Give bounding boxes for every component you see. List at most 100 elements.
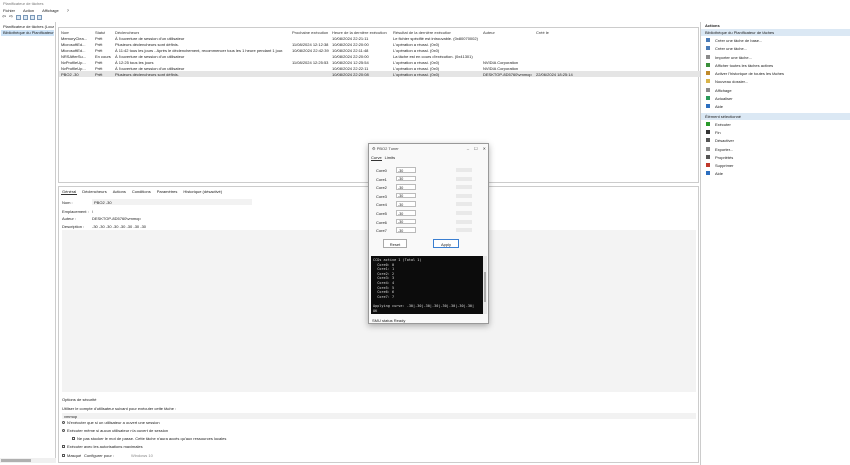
core-row: Core2 -30 xyxy=(376,184,481,190)
library-action-item[interactable]: Aide xyxy=(701,102,850,110)
menu-file[interactable]: Fichier xyxy=(3,8,15,13)
menu-action[interactable]: Action xyxy=(23,8,34,13)
location-value: \ xyxy=(92,209,94,214)
action-label: Affichage xyxy=(715,87,732,93)
apply-button[interactable]: Apply xyxy=(433,239,459,248)
selected-action-item[interactable]: Exécuter xyxy=(701,120,850,128)
action-icon xyxy=(706,163,710,168)
action-icon xyxy=(706,104,710,109)
menu-view[interactable]: Affichage xyxy=(42,8,59,13)
core-offset-input[interactable]: -30 xyxy=(396,227,416,233)
close-icon[interactable]: ✕ xyxy=(483,146,486,151)
cell-last-result: L'opération a réussi. (0x0) xyxy=(393,72,440,77)
core-row: Core3 -30 xyxy=(376,192,481,199)
option-any-user[interactable]: Exécuter même si aucun utilisateur n'a o… xyxy=(62,428,168,433)
core-slot xyxy=(456,176,472,181)
core-offset-input[interactable]: -30 xyxy=(396,210,416,216)
tab-conditions[interactable]: Conditions xyxy=(131,189,152,195)
selected-action-item[interactable]: Propriétés xyxy=(701,153,850,161)
table-row[interactable]: PBO2 -30 Prêt Plusieurs déclencheurs sont … xyxy=(59,71,700,77)
library-action-item[interactable]: Affichage xyxy=(701,86,850,94)
core-label: Core3 xyxy=(376,193,387,199)
core-label: Core2 xyxy=(376,185,387,191)
reset-button[interactable]: Reset xyxy=(383,239,407,248)
folder-icon[interactable] xyxy=(16,15,21,20)
configure-select[interactable]: Windows 10 xyxy=(131,453,153,458)
console-scrollbar[interactable] xyxy=(483,256,487,314)
radio-icon xyxy=(62,429,65,433)
tab-limits[interactable]: Limits xyxy=(385,155,395,161)
panel-icon[interactable] xyxy=(37,15,42,20)
tab-actions[interactable]: Actions xyxy=(112,189,127,195)
tree-item-library[interactable]: Bibliothèque du Planificateur xyxy=(1,30,54,36)
action-label: Créer une tâche... xyxy=(715,46,748,52)
core-offset-input[interactable]: -30 xyxy=(396,167,416,173)
tab-curve[interactable]: Curve xyxy=(371,155,382,161)
core-row: Core5 -30 xyxy=(376,210,481,216)
option-no-password[interactable]: Ne pas stocker le mot de passe. Cette tâ… xyxy=(72,436,226,441)
action-icon xyxy=(706,146,710,151)
author-label: Auteur : xyxy=(62,216,77,221)
library-action-item[interactable]: Créer une tâche de base... xyxy=(701,36,850,44)
action-label: Afficher toutes les tâches actives xyxy=(715,62,774,68)
cell-author: DESKTOP-8D5760\vmmop xyxy=(483,72,532,77)
detail-tabs: Général Déclencheurs Actions Conditions … xyxy=(59,189,223,195)
action-icon xyxy=(706,121,710,126)
core-offset-input[interactable]: -30 xyxy=(396,192,416,199)
action-label: Créer une tâche de base... xyxy=(715,38,763,43)
library-action-item[interactable]: Actualiser xyxy=(701,94,850,102)
core-label: Core0 xyxy=(376,168,387,173)
core-offset-input[interactable]: -30 xyxy=(396,218,416,225)
action-label: Importer une tâche... xyxy=(715,54,752,60)
library-action-item[interactable]: Créer une tâche... xyxy=(701,44,850,52)
selected-action-item[interactable]: Supprimer xyxy=(701,161,850,169)
core-row: Core7 -30 xyxy=(376,227,481,233)
tab-general[interactable]: Général xyxy=(61,189,78,195)
library-action-item[interactable]: Activer l'historique de toutes les tâche… xyxy=(701,69,850,77)
core-row: Core0 -30 xyxy=(376,167,481,173)
tab-history[interactable]: Historique (désactivé) xyxy=(182,189,223,195)
tab-settings[interactable]: Paramètres xyxy=(156,189,179,195)
library-action-item[interactable]: Nouveau dossier... xyxy=(701,77,850,85)
security-title: Options de sécurité xyxy=(62,397,97,402)
selected-action-item[interactable]: Fin xyxy=(701,128,850,136)
back-icon[interactable]: ⇦ xyxy=(2,15,7,20)
core-offset-input[interactable]: -30 xyxy=(396,184,416,190)
menu-help[interactable]: ? xyxy=(67,8,69,13)
option-hidden[interactable]: Masqué xyxy=(62,453,81,458)
option-highest-label: Exécuter avec les autorisations maximale… xyxy=(67,444,143,449)
option-highest-privileges[interactable]: Exécuter avec les autorisations maximale… xyxy=(62,444,143,449)
core-offset-input[interactable]: -30 xyxy=(396,175,416,182)
tree-scrollbar[interactable] xyxy=(0,458,56,463)
action-icon xyxy=(706,171,710,176)
library-action-item[interactable]: Importer une tâche... xyxy=(701,53,850,61)
actions-group-selected[interactable]: Élément sélectionné xyxy=(701,112,850,120)
library-action-item[interactable]: Afficher toutes les tâches actives xyxy=(701,61,850,69)
selected-action-item[interactable]: Exporter... xyxy=(701,145,850,153)
selected-action-item[interactable]: Désactiver xyxy=(701,136,850,144)
description-value[interactable]: -30 -30 -30 -30 -30 -30 -30 -30 xyxy=(92,224,146,229)
properties-icon[interactable] xyxy=(23,15,28,20)
help-icon[interactable] xyxy=(30,15,35,20)
selected-action-item[interactable]: Aide xyxy=(701,169,850,177)
configure-label: Configurer pour : xyxy=(84,453,115,458)
maximize-icon[interactable]: ☐ xyxy=(474,146,478,151)
action-icon xyxy=(706,38,710,42)
core-label: Core6 xyxy=(376,219,387,225)
location-label: Emplacement : xyxy=(62,209,89,214)
actions-group-library[interactable]: Bibliothèque du Planificateur de tâches xyxy=(701,29,850,36)
cell-status: Prêt xyxy=(95,72,103,77)
core-offset-input[interactable]: -30 xyxy=(396,201,416,207)
option-no-password-label: Ne pas stocker le mot de passe. Cette tâ… xyxy=(77,436,227,441)
window-title: Planificateur de tâches xyxy=(3,1,44,6)
name-field[interactable]: PBO2 -30 xyxy=(92,199,252,205)
action-icon xyxy=(706,87,710,92)
minimize-icon[interactable]: – xyxy=(467,146,469,151)
core-label: Core4 xyxy=(376,202,387,208)
option-logged-on[interactable]: N'exécuter que si un utilisateur a ouver… xyxy=(62,420,160,425)
action-label: Aide xyxy=(715,104,724,110)
tab-triggers[interactable]: Déclencheurs xyxy=(81,189,107,195)
option-logged-on-label: N'exécuter que si un utilisateur a ouver… xyxy=(67,420,160,425)
forward-icon[interactable]: ⇨ xyxy=(9,15,14,20)
action-label: Supprimer xyxy=(715,163,734,169)
